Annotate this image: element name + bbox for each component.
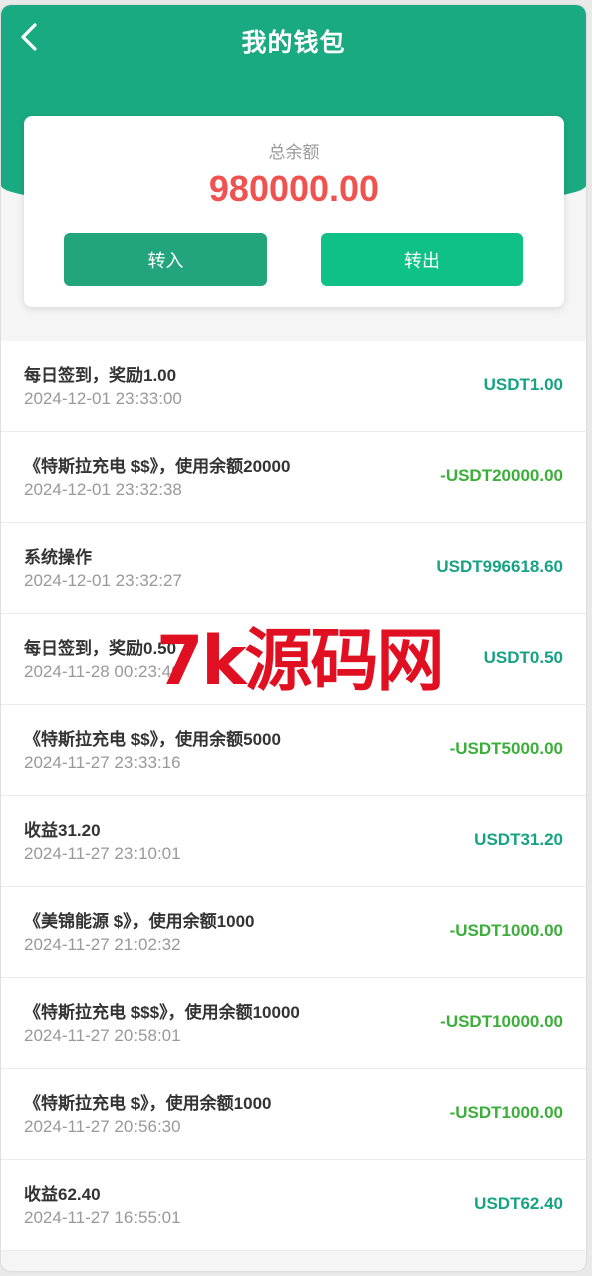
transaction-title: 《特斯拉充电 $$》，使用余额20000 [24,457,291,476]
wallet-screen: 我的钱包 总余额 980000.00 转入 转出 每日签到，奖励1.00 202… [1,5,586,1271]
transaction-title: 系统操作 [24,548,92,567]
transfer-out-button[interactable]: 转出 [321,233,523,286]
transaction-amount: USDT62.40 [474,1194,563,1213]
transaction-title: 《美锦能源 $》，使用余额1000 [24,912,255,931]
transaction-title: 《特斯拉充电 $》，使用余额1000 [24,1094,272,1113]
transaction-list: 每日签到，奖励1.00 2024-12-01 23:33:00 USDT1.00… [1,341,586,1251]
transfer-in-button[interactable]: 转入 [64,233,267,286]
transaction-row[interactable]: 每日签到，奖励0.50 2024-11-28 00:23:40 USDT0.50 [1,614,586,705]
transaction-row[interactable]: 每日签到，奖励1.00 2024-12-01 23:33:00 USDT1.00 [1,341,586,432]
balance-amount: 980000.00 [208,168,380,209]
transaction-time: 2024-11-27 20:56:30 [24,1117,181,1136]
transaction-time: 2024-11-27 16:55:01 [24,1208,181,1227]
transaction-time: 2024-11-27 23:33:16 [24,753,181,772]
transaction-amount: -USDT1000.00 [449,1103,563,1122]
transaction-title: 《特斯拉充电 $$》，使用余额5000 [24,730,281,749]
transaction-time: 2024-11-27 23:10:01 [24,844,181,863]
transaction-time: 2024-11-27 20:58:01 [24,1026,181,1045]
transaction-row[interactable]: 《特斯拉充电 $$》，使用余额5000 2024-11-27 23:33:16 … [1,705,586,796]
transaction-row[interactable]: 《特斯拉充电 $$》，使用余额20000 2024-12-01 23:32:38… [1,432,586,523]
transaction-time: 2024-11-27 21:02:32 [24,935,181,954]
transaction-title: 每日签到，奖励1.00 [24,366,177,385]
balance-label: 总余额 [268,143,320,162]
transaction-amount: USDT996618.60 [436,557,563,576]
transaction-amount: -USDT10000.00 [440,1012,563,1031]
transaction-title: 收益31.20 [24,821,101,840]
transaction-title: 《特斯拉充电 $$$》，使用余额10000 [24,1003,300,1022]
transaction-title: 每日签到，奖励0.50 [24,639,177,658]
transaction-amount: USDT1.00 [483,375,563,394]
page-title: 我的钱包 [241,29,346,57]
transaction-amount: -USDT20000.00 [440,466,563,485]
transaction-time: 2024-12-01 23:33:00 [24,389,182,408]
transaction-row[interactable]: 《美锦能源 $》，使用余额1000 2024-11-27 21:02:32 -U… [1,887,586,978]
transaction-row[interactable]: 收益31.20 2024-11-27 23:10:01 USDT31.20 [1,796,586,887]
transaction-row[interactable]: 系统操作 2024-12-01 23:32:27 USDT996618.60 [1,523,586,614]
transaction-amount: -USDT5000.00 [449,739,563,758]
transaction-time: 2024-11-28 00:23:40 [24,662,181,681]
balance-card: 总余额 980000.00 转入 转出 [24,116,564,307]
transaction-amount: -USDT1000.00 [449,921,563,940]
transaction-row[interactable]: 收益62.40 2024-11-27 16:55:01 USDT62.40 [1,1160,586,1251]
transaction-title: 收益62.40 [24,1185,101,1204]
transaction-time: 2024-12-01 23:32:27 [24,571,182,590]
transaction-row[interactable]: 《特斯拉充电 $》，使用余额1000 2024-11-27 20:56:30 -… [1,1069,586,1160]
transaction-amount: USDT31.20 [474,830,563,849]
transaction-time: 2024-12-01 23:32:38 [24,480,182,499]
transaction-row[interactable]: 《特斯拉充电 $$$》，使用余额10000 2024-11-27 20:58:0… [1,978,586,1069]
transaction-amount: USDT0.50 [483,648,563,667]
